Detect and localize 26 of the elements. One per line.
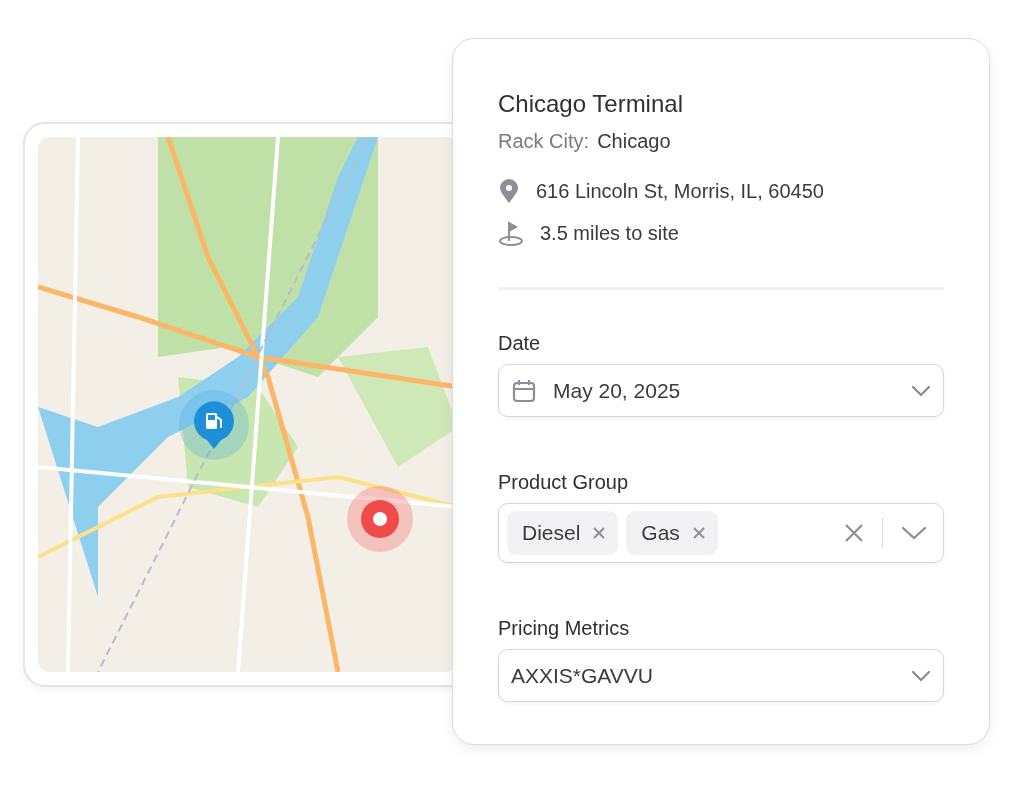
tag-label: Gas xyxy=(641,520,680,547)
remove-icon xyxy=(691,526,706,540)
location-pin-icon xyxy=(498,178,520,204)
address-text: 616 Lincoln St, Morris, IL, 60450 xyxy=(536,179,824,204)
field-label: Pricing Metrics xyxy=(498,616,631,641)
field-label: Date xyxy=(498,331,542,356)
clear-icon[interactable] xyxy=(843,523,864,543)
fuel-pin-icon[interactable] xyxy=(178,389,250,461)
field-label: Product Group xyxy=(498,470,630,495)
location-pin-icon[interactable] xyxy=(346,485,414,553)
chevron-down-icon xyxy=(911,384,931,397)
flag-icon xyxy=(498,220,524,246)
chevron-down-icon xyxy=(901,526,927,540)
select-field[interactable]: AXXIS*GAVVU xyxy=(498,649,944,702)
multi-select-field[interactable]: Diesel Gas xyxy=(498,503,944,563)
tag-chip[interactable]: Diesel xyxy=(507,511,619,555)
tag-chip[interactable]: Gas xyxy=(626,511,718,555)
calendar-icon xyxy=(511,377,537,404)
remove-icon xyxy=(592,526,607,540)
tag-label: Diesel xyxy=(522,520,581,547)
rack-city-label: Rack City: xyxy=(498,129,590,154)
date-picker[interactable]: May 20, 2025 xyxy=(498,364,944,417)
distance-text: 3.5 miles to site xyxy=(540,221,679,246)
terminal-title: Chicago Terminal xyxy=(498,89,684,119)
chevron-down-icon xyxy=(911,669,931,682)
rack-city-value: Chicago xyxy=(597,129,671,154)
